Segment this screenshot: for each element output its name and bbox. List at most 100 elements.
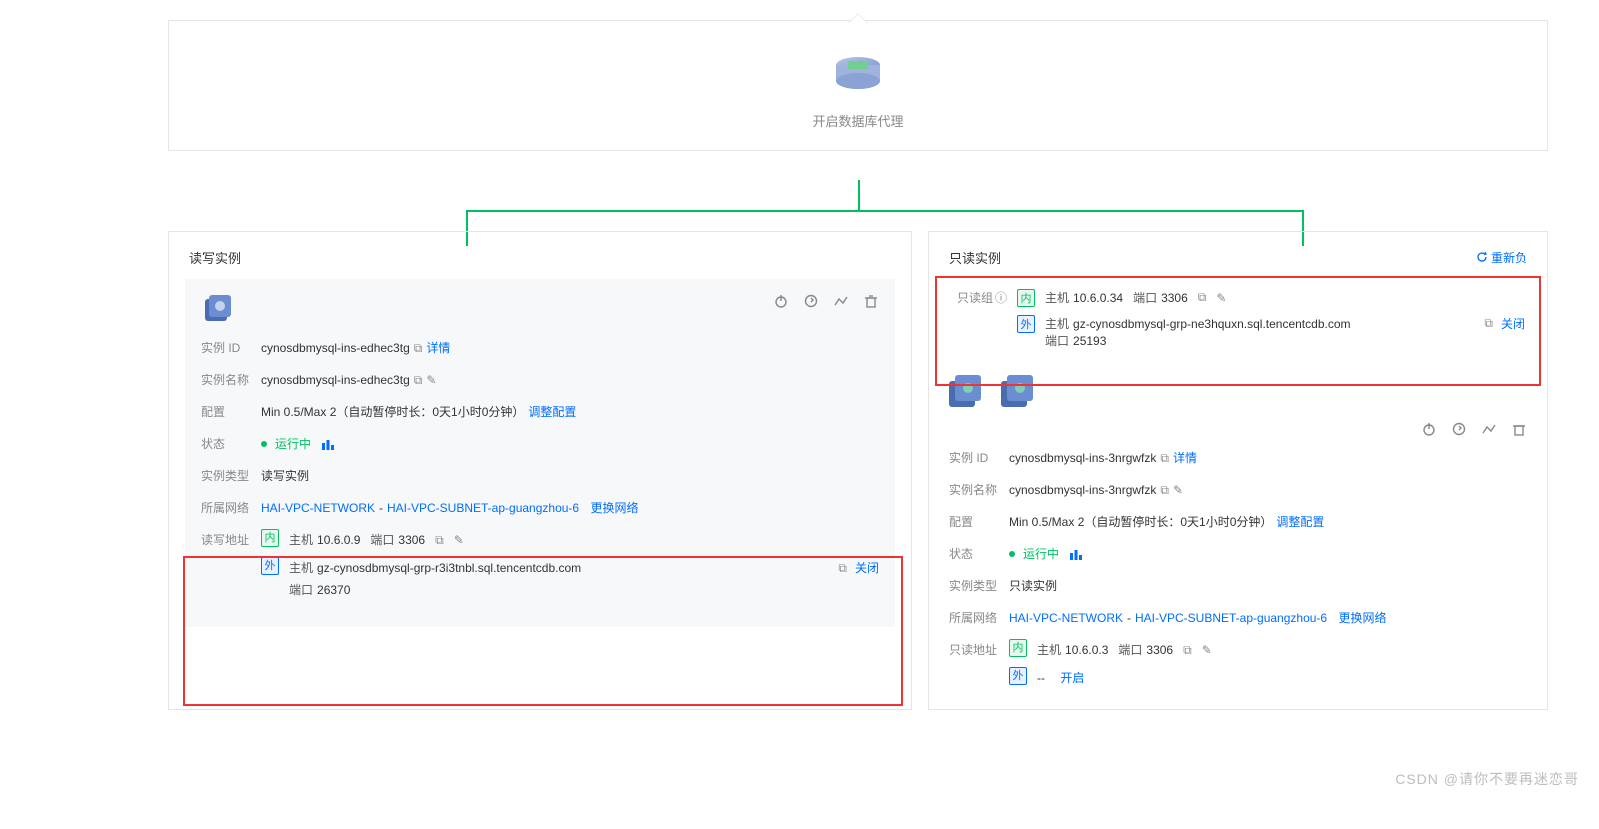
rw-instance-card: 实例 ID cynosdbmysql-ins-edhec3tg ⧉ 详情 实例名…: [185, 279, 895, 627]
change-network-link[interactable]: 更换网络: [590, 497, 638, 519]
label-network: 所属网络: [201, 497, 261, 519]
outer-tag: 外: [1017, 315, 1035, 333]
edit-icon[interactable]: ✎: [1216, 291, 1226, 305]
restart-icon[interactable]: [1451, 421, 1467, 437]
proxy-label: 开启数据库代理: [812, 111, 903, 130]
database-icon: [997, 373, 1039, 411]
copy-icon[interactable]: ⧉: [435, 529, 444, 551]
close-link[interactable]: 关闭: [1501, 315, 1525, 332]
outer-host: gz-cynosdbmysql-grp-r3i3tnbl.sql.tencent…: [317, 561, 581, 575]
edit-icon[interactable]: ✎: [426, 369, 436, 391]
status-dot: [261, 441, 267, 447]
value-config: Min 0.5/Max 2（自动暂停时长：0天1小时0分钟）: [261, 401, 524, 423]
proxy-arrow: [848, 13, 868, 23]
vpc-link[interactable]: HAI-VPC-NETWORK: [1009, 607, 1123, 629]
status-text: 运行中: [1023, 543, 1059, 565]
inner-tag: 内: [1017, 289, 1035, 307]
details-link[interactable]: 详情: [426, 337, 450, 359]
status-text: 运行中: [275, 433, 311, 455]
database-icon: [201, 293, 235, 327]
copy-icon[interactable]: ⧉: [414, 369, 423, 391]
label-instance-id: 实例 ID: [201, 337, 261, 359]
proxy-section: 开启数据库代理: [168, 20, 1548, 151]
inner-host: 10.6.0.9: [317, 533, 360, 547]
database-icon: [945, 373, 987, 411]
database-proxy-icon: [828, 51, 888, 101]
delete-icon[interactable]: [863, 293, 879, 309]
edit-icon[interactable]: ✎: [1173, 479, 1183, 501]
subnet-link[interactable]: HAI-VPC-SUBNET-ap-guangzhou-6: [1135, 607, 1327, 629]
value-instance-id: cynosdbmysql-ins-edhec3tg: [261, 337, 410, 359]
label-instance-id: 实例 ID: [949, 447, 1009, 469]
label-config: 配置: [949, 511, 1009, 533]
label-rw-address: 读写地址: [201, 529, 261, 551]
inner-port: 3306: [398, 533, 425, 547]
label-instance-name: 实例名称: [949, 479, 1009, 501]
chart-icon[interactable]: [1069, 548, 1083, 560]
value-config: Min 0.5/Max 2（自动暂停时长：0天1小时0分钟）: [1009, 511, 1272, 533]
vpc-link[interactable]: HAI-VPC-NETWORK: [261, 497, 375, 519]
connector-horizontal: [466, 210, 1304, 212]
open-link[interactable]: 开启: [1060, 667, 1084, 689]
label-instance-name: 实例名称: [201, 369, 261, 391]
copy-icon[interactable]: ⧉: [1160, 479, 1169, 501]
details-link[interactable]: 详情: [1173, 447, 1197, 469]
change-network-link[interactable]: 更换网络: [1338, 607, 1386, 629]
rw-panel: 读写实例 实例 ID cynosdbmysql-ins: [168, 231, 912, 710]
status-dot: [1009, 551, 1015, 557]
label-instance-type: 实例类型: [949, 575, 1009, 597]
adjust-config-link[interactable]: 调整配置: [1276, 511, 1324, 533]
rebalance-link[interactable]: 重新负: [1476, 249, 1527, 266]
label-network: 所属网络: [949, 607, 1009, 629]
value-instance-name: cynosdbmysql-ins-edhec3tg: [261, 369, 410, 391]
readonly-group-label: 只读组: [957, 289, 993, 306]
value-instance-id: cynosdbmysql-ins-3nrgwfzk: [1009, 447, 1156, 469]
proxy-button[interactable]: 开启数据库代理: [812, 51, 903, 130]
ro-addr-inner-host: 10.6.0.3: [1065, 643, 1108, 657]
ro-addr-inner-port: 3306: [1146, 643, 1173, 657]
copy-icon[interactable]: ⧉: [1484, 316, 1493, 331]
copy-icon[interactable]: ⧉: [838, 557, 847, 579]
label-status: 状态: [201, 433, 261, 455]
copy-icon[interactable]: ⧉: [414, 337, 423, 359]
ro-inner-port: 3306: [1161, 291, 1188, 305]
readonly-group-box: 只读组 ⓘ 内 主机10.6.0.34 端口3306 ⧉ ✎: [945, 279, 1533, 361]
value-instance-type: 读写实例: [261, 465, 309, 487]
edit-icon[interactable]: ✎: [454, 529, 464, 551]
label-status: 状态: [949, 543, 1009, 565]
monitor-icon[interactable]: [833, 293, 849, 309]
rw-panel-title: 读写实例: [189, 248, 241, 267]
close-link[interactable]: 关闭: [855, 557, 879, 579]
ro-inner-host: 10.6.0.34: [1073, 291, 1123, 305]
value-instance-name: cynosdbmysql-ins-3nrgwfzk: [1009, 479, 1156, 501]
outer-port: 26370: [317, 583, 350, 597]
connector-vertical: [858, 180, 860, 210]
label-config: 配置: [201, 401, 261, 423]
ro-panel: 只读实例 重新负 只读组 ⓘ 内: [928, 231, 1548, 710]
outer-tag: 外: [1009, 667, 1027, 685]
watermark: CSDN @请你不要再迷恋哥: [1395, 769, 1579, 789]
ro-card-actions: [1421, 421, 1527, 437]
edit-icon[interactable]: ✎: [1202, 639, 1212, 661]
power-icon[interactable]: [1421, 421, 1437, 437]
adjust-config-link[interactable]: 调整配置: [528, 401, 576, 423]
chart-icon[interactable]: [321, 438, 335, 450]
copy-icon[interactable]: ⧉: [1183, 639, 1192, 661]
subnet-link[interactable]: HAI-VPC-SUBNET-ap-guangzhou-6: [387, 497, 579, 519]
inner-tag: 内: [1009, 639, 1027, 657]
restart-icon[interactable]: [803, 293, 819, 309]
value-instance-type: 只读实例: [1009, 575, 1057, 597]
outer-host-empty: --: [1037, 667, 1045, 689]
delete-icon[interactable]: [1511, 421, 1527, 437]
ro-outer-port: 25193: [1073, 334, 1106, 348]
info-icon[interactable]: ⓘ: [995, 289, 1007, 306]
ro-panel-title: 只读实例: [949, 248, 1001, 267]
monitor-icon[interactable]: [1481, 421, 1497, 437]
inner-tag: 内: [261, 529, 279, 547]
power-icon[interactable]: [773, 293, 789, 309]
label-ro-address: 只读地址: [949, 639, 1009, 661]
rw-card-actions: [773, 293, 879, 309]
label-instance-type: 实例类型: [201, 465, 261, 487]
copy-icon[interactable]: ⧉: [1160, 447, 1169, 469]
copy-icon[interactable]: ⧉: [1198, 290, 1207, 305]
